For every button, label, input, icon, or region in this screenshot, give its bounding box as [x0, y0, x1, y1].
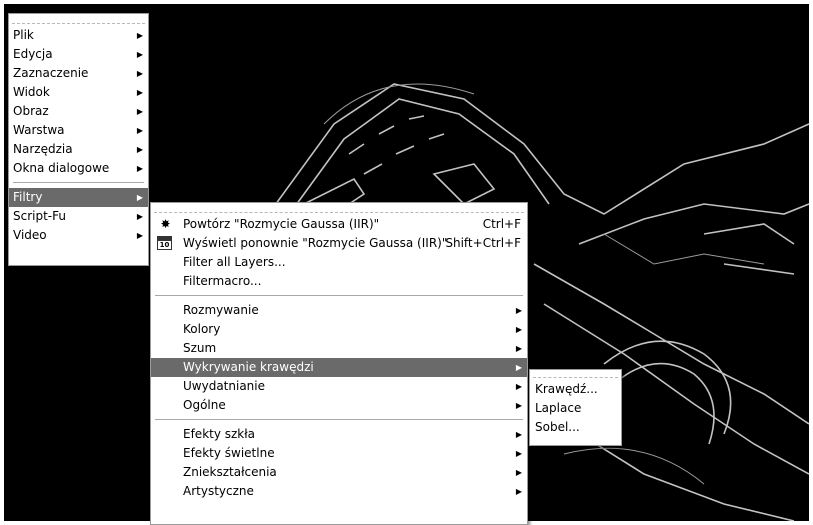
submenu-arrow-icon: ▶ [515, 468, 522, 477]
submenu-arrow-icon: ▶ [136, 69, 143, 78]
filter-category-kolory[interactable]: Kolory ▶ [151, 320, 527, 339]
submenu-arrow-icon: ▶ [515, 449, 522, 458]
menu-item-narzedzia[interactable]: Narzędzia ▶ [9, 140, 148, 159]
filter-category-label: Zniekształcenia [183, 465, 277, 479]
filter-category-label: Wykrywanie krawędzi [183, 360, 314, 374]
menu-item-label: Okna dialogowe [13, 161, 110, 175]
edge-item-krawedz[interactable]: Krawędź... [530, 380, 621, 399]
menu-item-label: Warstwa [13, 123, 65, 137]
menu-separator [155, 419, 523, 421]
filter-category-ogolne[interactable]: Ogólne ▶ [151, 396, 527, 415]
edge-item-label: Laplace [535, 401, 582, 415]
filtermacro-item[interactable]: Filtermacro... [151, 272, 527, 291]
menu-item-label: Narzędzia [13, 142, 73, 156]
filter-category-label: Artystyczne [183, 484, 254, 498]
filter-category-label: Rozmywanie [183, 303, 259, 317]
submenu-arrow-icon: ▶ [136, 193, 143, 202]
menu-item-zaznaczenie[interactable]: Zaznaczenie ▶ [9, 64, 148, 83]
submenu-arrow-icon: ▶ [515, 430, 522, 439]
edge-detection-submenu: Krawędź... Laplace Sobel... [529, 369, 622, 446]
edge-item-laplace[interactable]: Laplace [530, 399, 621, 418]
filter-all-layers-item[interactable]: Filter all Layers... [151, 253, 527, 272]
filter-category-label: Kolory [183, 322, 221, 336]
submenu-arrow-icon: ▶ [136, 107, 143, 116]
submenu-arrow-icon: ▶ [515, 382, 522, 391]
menu-item-label: Plik [13, 28, 34, 42]
submenu-arrow-icon: ▶ [136, 164, 143, 173]
tearoff-line[interactable] [533, 371, 618, 378]
menu-item-label: Edycja [13, 47, 53, 61]
submenu-arrow-icon: ▶ [515, 401, 522, 410]
reshow-filter-shortcut: Shift+Ctrl+F [445, 236, 521, 250]
menu-item-script-fu[interactable]: Script-Fu ▶ [9, 207, 148, 226]
repeat-filter-item[interactable]: ✸ Powtórz "Rozmycie Gaussa (IIR)" Ctrl+F [151, 215, 527, 234]
menu-item-widok[interactable]: Widok ▶ [9, 83, 148, 102]
filter-category-uwydatnianie[interactable]: Uwydatnianie ▶ [151, 377, 527, 396]
edge-item-label: Sobel... [535, 420, 580, 434]
filter-category-efekty-szkla[interactable]: Efekty szkła ▶ [151, 425, 527, 444]
menu-item-edycja[interactable]: Edycja ▶ [9, 45, 148, 64]
menu-item-label: Widok [13, 85, 50, 99]
filter-category-rozmywanie[interactable]: Rozmywanie ▶ [151, 301, 527, 320]
submenu-arrow-icon: ▶ [515, 325, 522, 334]
gear-icon: ✸ [160, 217, 171, 231]
menu-item-label: Video [13, 228, 47, 242]
menu-item-label: Zaznaczenie [13, 66, 89, 80]
menu-item-obraz[interactable]: Obraz ▶ [9, 102, 148, 121]
repeat-filter-shortcut: Ctrl+F [482, 217, 521, 231]
submenu-arrow-icon: ▶ [515, 306, 522, 315]
menu-item-warstwa[interactable]: Warstwa ▶ [9, 121, 148, 140]
menu-item-plik[interactable]: Plik ▶ [9, 26, 148, 45]
filter-category-szum[interactable]: Szum ▶ [151, 339, 527, 358]
submenu-arrow-icon: ▶ [136, 50, 143, 59]
menu-item-okna-dialogowe[interactable]: Okna dialogowe ▶ [9, 159, 148, 178]
submenu-arrow-icon: ▶ [136, 126, 143, 135]
submenu-arrow-icon: ▶ [136, 145, 143, 154]
submenu-arrow-icon: ▶ [515, 363, 522, 372]
calendar-icon: 10 [157, 236, 172, 250]
menu-separator [13, 182, 144, 184]
reshow-filter-item[interactable]: 10 Wyświetl ponownie "Rozmycie Gaussa (I… [151, 234, 527, 253]
submenu-arrow-icon: ▶ [136, 88, 143, 97]
filters-submenu: ✸ Powtórz "Rozmycie Gaussa (IIR)" Ctrl+F… [150, 202, 528, 525]
filter-category-efekty-swietlne[interactable]: Efekty świetlne ▶ [151, 444, 527, 463]
menu-item-video[interactable]: Video ▶ [9, 226, 148, 245]
tearoff-line[interactable] [154, 204, 524, 213]
menu-item-label: Script-Fu [13, 209, 66, 223]
menu-separator [155, 295, 523, 297]
filter-category-label: Efekty świetlne [183, 446, 275, 460]
edge-item-sobel[interactable]: Sobel... [530, 418, 621, 437]
submenu-arrow-icon: ▶ [136, 231, 143, 240]
main-menu: Plik ▶ Edycja ▶ Zaznaczenie ▶ Widok ▶ Obraz ▶ Wars… [8, 13, 149, 266]
filter-category-znieksztalcenia[interactable]: Zniekształcenia ▶ [151, 463, 527, 482]
repeat-filter-label: Powtórz "Rozmycie Gaussa (IIR)" [183, 217, 380, 231]
filter-category-wykrywanie-krawedzi[interactable]: Wykrywanie krawędzi ▶ [151, 358, 527, 377]
filter-category-label: Efekty szkła [183, 427, 256, 441]
submenu-arrow-icon: ▶ [136, 212, 143, 221]
menu-item-label: Obraz [13, 104, 49, 118]
menu-item-filtry[interactable]: Filtry ▶ [9, 188, 148, 207]
reshow-filter-label: Wyświetl ponownie "Rozmycie Gaussa (IIR)… [183, 236, 448, 250]
submenu-arrow-icon: ▶ [515, 487, 522, 496]
edge-item-label: Krawędź... [535, 382, 598, 396]
filter-category-artystyczne[interactable]: Artystyczne ▶ [151, 482, 527, 501]
filter-category-label: Szum [183, 341, 217, 355]
submenu-arrow-icon: ▶ [136, 31, 143, 40]
filter-category-label: Uwydatnianie [183, 379, 265, 393]
tearoff-line[interactable] [12, 15, 145, 24]
submenu-arrow-icon: ▶ [515, 344, 522, 353]
menu-item-label: Filtry [13, 190, 43, 204]
filter-category-label: Ogólne [183, 398, 226, 412]
